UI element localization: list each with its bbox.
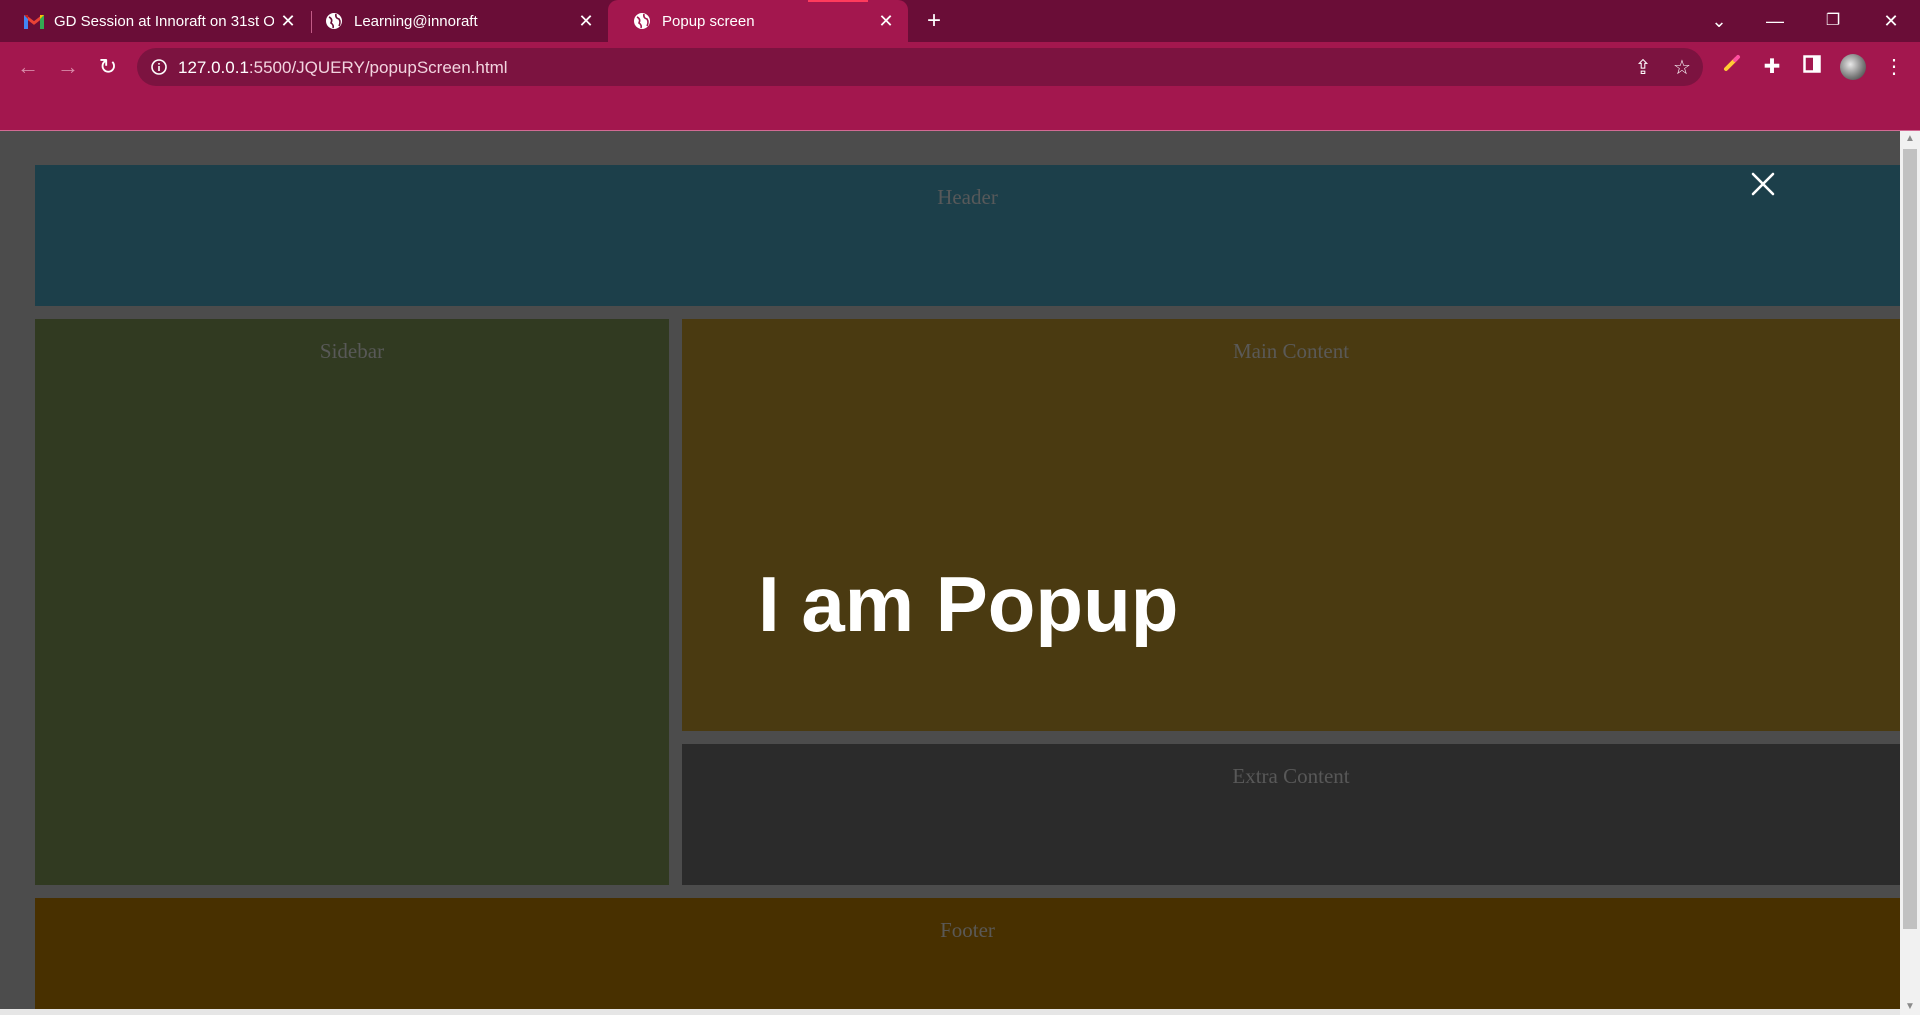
tab-learning[interactable]: Learning@innoraft ✕ [300, 0, 608, 42]
vertical-scrollbar[interactable]: ▲ ▼ [1900, 131, 1920, 1015]
menu-kebab-icon[interactable]: ⋮ [1880, 53, 1908, 81]
close-window-button[interactable]: ✕ [1868, 6, 1914, 36]
scrollbar-thumb[interactable] [1903, 149, 1917, 929]
tab-title: Learning@innoraft [354, 12, 478, 30]
globe-icon [632, 11, 652, 31]
tab-search-icon[interactable]: ⌄ [1696, 6, 1742, 36]
extra-content-label: Extra Content [1232, 764, 1350, 788]
back-button[interactable]: ← [12, 51, 44, 83]
sidebar-label: Sidebar [319, 339, 385, 363]
popup-close-icon[interactable] [1748, 169, 1778, 199]
tab-close-icon[interactable]: ✕ [876, 11, 896, 31]
tab-title: Popup screen [662, 12, 755, 30]
main-content-label: Main Content [1232, 339, 1350, 363]
restore-button[interactable]: ❐ [1810, 6, 1856, 36]
extra-content-region: Extra Content [682, 744, 1900, 885]
tab-popup-screen[interactable]: Popup screen ✕ [608, 0, 908, 42]
minimize-button[interactable]: — [1752, 6, 1798, 36]
header-region: Header [35, 165, 1900, 306]
page-viewport: Header Sidebar Main Content Extra Conten… [0, 131, 1900, 1015]
new-tab-button[interactable]: + [921, 8, 947, 34]
bookmark-star-icon[interactable]: ☆ [1671, 57, 1693, 79]
main-content-region: Main Content [682, 319, 1900, 731]
footer-region: Footer [35, 898, 1900, 1015]
pen-extension-icon[interactable] [1718, 53, 1746, 81]
globe-icon [324, 11, 344, 31]
browser-toolbar: ← → ↻ 127.0.0.1:5500/JQUERY/popupScreen.… [0, 42, 1920, 131]
extensions-puzzle-icon[interactable]: ✚ [1758, 53, 1786, 81]
info-icon[interactable] [149, 57, 169, 77]
header-label: Header [937, 185, 998, 209]
tab-strip: GD Session at Innoraft on 31st O ✕ Learn… [0, 0, 1920, 42]
gmail-icon [24, 11, 44, 31]
forward-button[interactable]: → [52, 51, 84, 83]
address-bar[interactable]: 127.0.0.1:5500/JQUERY/popupScreen.html ⇪… [137, 48, 1703, 86]
share-icon[interactable]: ⇪ [1632, 57, 1654, 79]
horizontal-scrollbar[interactable] [0, 1009, 1900, 1015]
scroll-down-arrow-icon[interactable]: ▼ [1900, 999, 1920, 1015]
url-host: 127.0.0.1 [178, 58, 249, 77]
footer-label: Footer [940, 918, 995, 942]
reload-button[interactable]: ↻ [92, 51, 124, 83]
tab-gmail[interactable]: GD Session at Innoraft on 31st O ✕ [0, 0, 310, 42]
tab-title: GD Session at Innoraft on 31st O [54, 12, 274, 30]
profile-avatar[interactable] [1840, 54, 1866, 80]
tab-loading-indicator [808, 0, 868, 2]
sidebar-region: Sidebar [35, 319, 669, 885]
popup-message: I am Popup [758, 560, 1179, 648]
url-text: 127.0.0.1:5500/JQUERY/popupScreen.html [178, 58, 508, 78]
url-path: :5500/JQUERY/popupScreen.html [248, 58, 508, 77]
tab-close-icon[interactable]: ✕ [576, 11, 596, 31]
scroll-up-arrow-icon[interactable]: ▲ [1900, 131, 1920, 147]
tab-close-icon[interactable]: ✕ [278, 11, 298, 31]
side-panel-icon[interactable] [1798, 53, 1826, 81]
